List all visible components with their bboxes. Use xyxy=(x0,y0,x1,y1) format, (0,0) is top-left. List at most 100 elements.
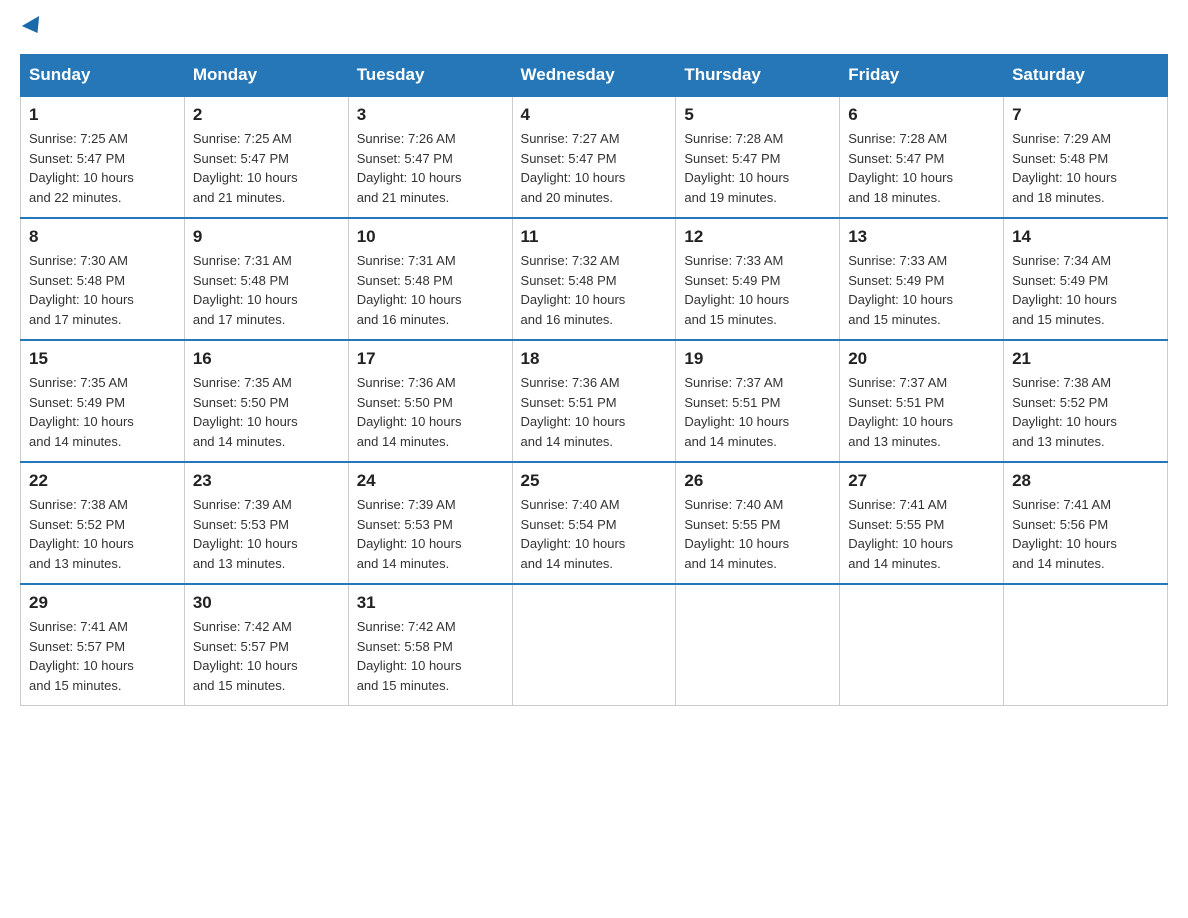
day-number: 30 xyxy=(193,593,340,613)
day-number: 12 xyxy=(684,227,831,247)
header-row: SundayMondayTuesdayWednesdayThursdayFrid… xyxy=(21,55,1168,97)
calendar-cell: 18 Sunrise: 7:36 AM Sunset: 5:51 PM Dayl… xyxy=(512,340,676,462)
day-info: Sunrise: 7:40 AM Sunset: 5:54 PM Dayligh… xyxy=(521,495,668,573)
calendar-cell xyxy=(512,584,676,706)
calendar-cell: 15 Sunrise: 7:35 AM Sunset: 5:49 PM Dayl… xyxy=(21,340,185,462)
day-info: Sunrise: 7:41 AM Sunset: 5:55 PM Dayligh… xyxy=(848,495,995,573)
day-info: Sunrise: 7:27 AM Sunset: 5:47 PM Dayligh… xyxy=(521,129,668,207)
calendar-cell: 31 Sunrise: 7:42 AM Sunset: 5:58 PM Dayl… xyxy=(348,584,512,706)
day-number: 14 xyxy=(1012,227,1159,247)
column-header-sunday: Sunday xyxy=(21,55,185,97)
day-number: 24 xyxy=(357,471,504,491)
week-row-5: 29 Sunrise: 7:41 AM Sunset: 5:57 PM Dayl… xyxy=(21,584,1168,706)
calendar-cell: 11 Sunrise: 7:32 AM Sunset: 5:48 PM Dayl… xyxy=(512,218,676,340)
day-info: Sunrise: 7:36 AM Sunset: 5:51 PM Dayligh… xyxy=(521,373,668,451)
calendar-cell: 29 Sunrise: 7:41 AM Sunset: 5:57 PM Dayl… xyxy=(21,584,185,706)
day-number: 25 xyxy=(521,471,668,491)
column-header-monday: Monday xyxy=(184,55,348,97)
calendar-cell: 25 Sunrise: 7:40 AM Sunset: 5:54 PM Dayl… xyxy=(512,462,676,584)
day-info: Sunrise: 7:33 AM Sunset: 5:49 PM Dayligh… xyxy=(684,251,831,329)
day-number: 20 xyxy=(848,349,995,369)
day-info: Sunrise: 7:33 AM Sunset: 5:49 PM Dayligh… xyxy=(848,251,995,329)
logo xyxy=(20,20,44,34)
calendar-cell: 30 Sunrise: 7:42 AM Sunset: 5:57 PM Dayl… xyxy=(184,584,348,706)
calendar-cell: 16 Sunrise: 7:35 AM Sunset: 5:50 PM Dayl… xyxy=(184,340,348,462)
column-header-friday: Friday xyxy=(840,55,1004,97)
day-number: 22 xyxy=(29,471,176,491)
column-header-wednesday: Wednesday xyxy=(512,55,676,97)
day-number: 4 xyxy=(521,105,668,125)
calendar-cell: 4 Sunrise: 7:27 AM Sunset: 5:47 PM Dayli… xyxy=(512,96,676,218)
calendar-cell: 6 Sunrise: 7:28 AM Sunset: 5:47 PM Dayli… xyxy=(840,96,1004,218)
day-info: Sunrise: 7:31 AM Sunset: 5:48 PM Dayligh… xyxy=(193,251,340,329)
day-info: Sunrise: 7:41 AM Sunset: 5:56 PM Dayligh… xyxy=(1012,495,1159,573)
calendar-cell xyxy=(1004,584,1168,706)
day-info: Sunrise: 7:40 AM Sunset: 5:55 PM Dayligh… xyxy=(684,495,831,573)
day-number: 27 xyxy=(848,471,995,491)
day-info: Sunrise: 7:42 AM Sunset: 5:57 PM Dayligh… xyxy=(193,617,340,695)
calendar-cell: 21 Sunrise: 7:38 AM Sunset: 5:52 PM Dayl… xyxy=(1004,340,1168,462)
calendar-cell: 22 Sunrise: 7:38 AM Sunset: 5:52 PM Dayl… xyxy=(21,462,185,584)
day-number: 21 xyxy=(1012,349,1159,369)
day-number: 26 xyxy=(684,471,831,491)
week-row-4: 22 Sunrise: 7:38 AM Sunset: 5:52 PM Dayl… xyxy=(21,462,1168,584)
calendar-body: 1 Sunrise: 7:25 AM Sunset: 5:47 PM Dayli… xyxy=(21,96,1168,706)
day-number: 19 xyxy=(684,349,831,369)
calendar-cell: 26 Sunrise: 7:40 AM Sunset: 5:55 PM Dayl… xyxy=(676,462,840,584)
day-info: Sunrise: 7:35 AM Sunset: 5:50 PM Dayligh… xyxy=(193,373,340,451)
day-info: Sunrise: 7:39 AM Sunset: 5:53 PM Dayligh… xyxy=(357,495,504,573)
day-info: Sunrise: 7:36 AM Sunset: 5:50 PM Dayligh… xyxy=(357,373,504,451)
day-info: Sunrise: 7:35 AM Sunset: 5:49 PM Dayligh… xyxy=(29,373,176,451)
day-info: Sunrise: 7:26 AM Sunset: 5:47 PM Dayligh… xyxy=(357,129,504,207)
week-row-1: 1 Sunrise: 7:25 AM Sunset: 5:47 PM Dayli… xyxy=(21,96,1168,218)
day-number: 1 xyxy=(29,105,176,125)
calendar-cell: 12 Sunrise: 7:33 AM Sunset: 5:49 PM Dayl… xyxy=(676,218,840,340)
day-number: 9 xyxy=(193,227,340,247)
day-number: 11 xyxy=(521,227,668,247)
calendar-cell: 1 Sunrise: 7:25 AM Sunset: 5:47 PM Dayli… xyxy=(21,96,185,218)
day-info: Sunrise: 7:28 AM Sunset: 5:47 PM Dayligh… xyxy=(848,129,995,207)
day-number: 6 xyxy=(848,105,995,125)
day-number: 13 xyxy=(848,227,995,247)
day-info: Sunrise: 7:31 AM Sunset: 5:48 PM Dayligh… xyxy=(357,251,504,329)
calendar-cell: 9 Sunrise: 7:31 AM Sunset: 5:48 PM Dayli… xyxy=(184,218,348,340)
day-number: 17 xyxy=(357,349,504,369)
day-info: Sunrise: 7:38 AM Sunset: 5:52 PM Dayligh… xyxy=(29,495,176,573)
day-info: Sunrise: 7:42 AM Sunset: 5:58 PM Dayligh… xyxy=(357,617,504,695)
calendar-cell: 7 Sunrise: 7:29 AM Sunset: 5:48 PM Dayli… xyxy=(1004,96,1168,218)
day-number: 2 xyxy=(193,105,340,125)
calendar-cell: 3 Sunrise: 7:26 AM Sunset: 5:47 PM Dayli… xyxy=(348,96,512,218)
day-info: Sunrise: 7:25 AM Sunset: 5:47 PM Dayligh… xyxy=(193,129,340,207)
calendar-cell: 2 Sunrise: 7:25 AM Sunset: 5:47 PM Dayli… xyxy=(184,96,348,218)
day-info: Sunrise: 7:38 AM Sunset: 5:52 PM Dayligh… xyxy=(1012,373,1159,451)
day-info: Sunrise: 7:25 AM Sunset: 5:47 PM Dayligh… xyxy=(29,129,176,207)
calendar-cell: 28 Sunrise: 7:41 AM Sunset: 5:56 PM Dayl… xyxy=(1004,462,1168,584)
calendar-cell: 19 Sunrise: 7:37 AM Sunset: 5:51 PM Dayl… xyxy=(676,340,840,462)
day-number: 28 xyxy=(1012,471,1159,491)
calendar-cell: 5 Sunrise: 7:28 AM Sunset: 5:47 PM Dayli… xyxy=(676,96,840,218)
column-header-tuesday: Tuesday xyxy=(348,55,512,97)
day-number: 8 xyxy=(29,227,176,247)
calendar-cell: 13 Sunrise: 7:33 AM Sunset: 5:49 PM Dayl… xyxy=(840,218,1004,340)
calendar-table: SundayMondayTuesdayWednesdayThursdayFrid… xyxy=(20,54,1168,706)
day-number: 23 xyxy=(193,471,340,491)
calendar-cell: 14 Sunrise: 7:34 AM Sunset: 5:49 PM Dayl… xyxy=(1004,218,1168,340)
calendar-cell: 27 Sunrise: 7:41 AM Sunset: 5:55 PM Dayl… xyxy=(840,462,1004,584)
column-header-thursday: Thursday xyxy=(676,55,840,97)
day-number: 29 xyxy=(29,593,176,613)
day-info: Sunrise: 7:41 AM Sunset: 5:57 PM Dayligh… xyxy=(29,617,176,695)
day-info: Sunrise: 7:30 AM Sunset: 5:48 PM Dayligh… xyxy=(29,251,176,329)
calendar-header: SundayMondayTuesdayWednesdayThursdayFrid… xyxy=(21,55,1168,97)
day-number: 5 xyxy=(684,105,831,125)
day-info: Sunrise: 7:29 AM Sunset: 5:48 PM Dayligh… xyxy=(1012,129,1159,207)
calendar-cell: 23 Sunrise: 7:39 AM Sunset: 5:53 PM Dayl… xyxy=(184,462,348,584)
calendar-cell xyxy=(840,584,1004,706)
calendar-cell: 8 Sunrise: 7:30 AM Sunset: 5:48 PM Dayli… xyxy=(21,218,185,340)
day-number: 15 xyxy=(29,349,176,369)
page-header xyxy=(20,20,1168,34)
column-header-saturday: Saturday xyxy=(1004,55,1168,97)
day-number: 18 xyxy=(521,349,668,369)
calendar-cell: 20 Sunrise: 7:37 AM Sunset: 5:51 PM Dayl… xyxy=(840,340,1004,462)
calendar-cell xyxy=(676,584,840,706)
day-info: Sunrise: 7:32 AM Sunset: 5:48 PM Dayligh… xyxy=(521,251,668,329)
